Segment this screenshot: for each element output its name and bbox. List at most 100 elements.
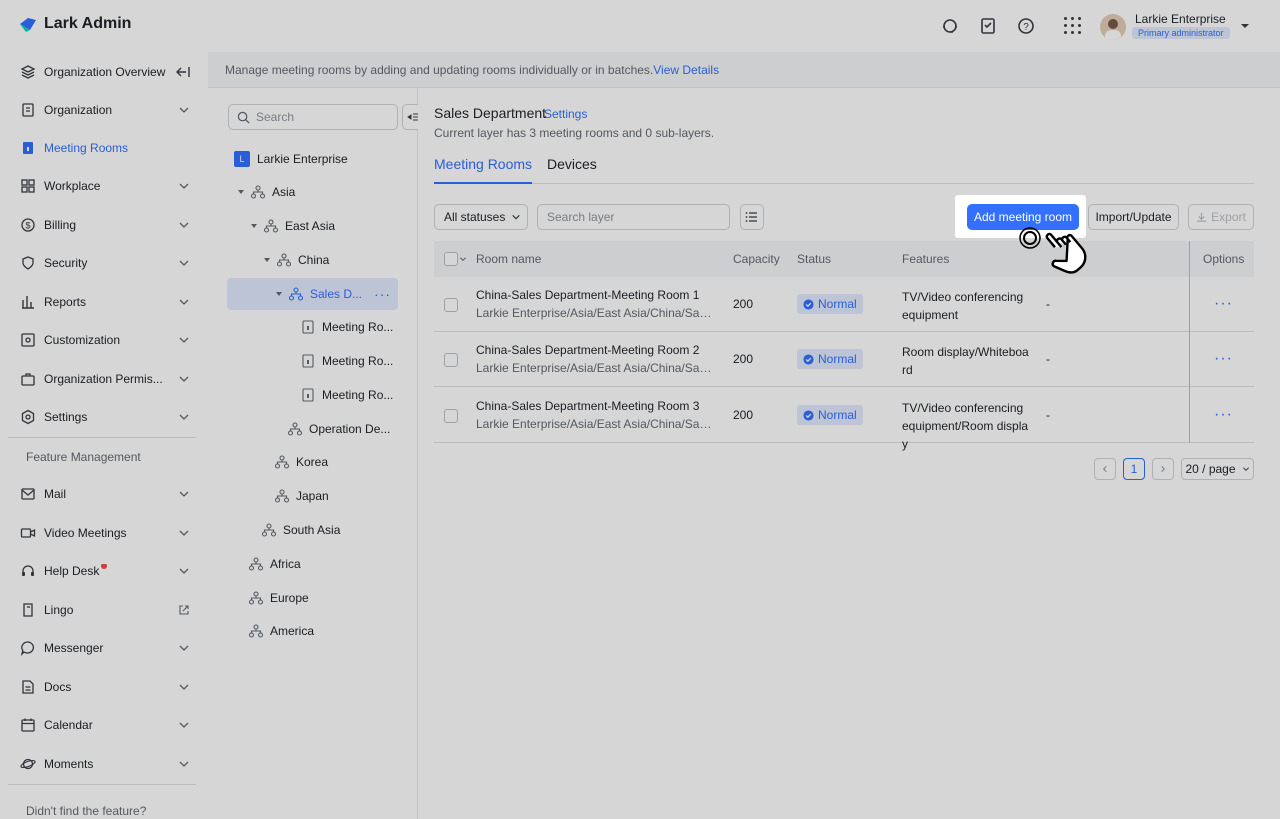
table-row[interactable]: China-Sales Department-Meeting Room 3 La… xyxy=(434,388,1254,451)
chevron-left-icon xyxy=(1102,465,1107,473)
row-checkbox[interactable] xyxy=(444,298,458,312)
row-more-options-icon[interactable]: ··· xyxy=(1214,406,1233,424)
tree-node-japan[interactable]: Japan xyxy=(274,480,329,512)
tree-node-china[interactable]: China xyxy=(262,244,329,276)
tree-node-root[interactable]: L Larkie Enterprise xyxy=(234,143,348,175)
tree-node-meeting-room[interactable]: Meeting Ro... xyxy=(300,379,393,411)
chevron-down-icon xyxy=(179,414,189,420)
row-checkbox[interactable] xyxy=(444,409,458,423)
help-icon[interactable]: ? xyxy=(1016,16,1036,36)
customize-icon xyxy=(21,333,35,347)
list-view-button[interactable] xyxy=(740,204,764,230)
sidebar-item-security[interactable]: Security xyxy=(20,245,190,281)
collapse-sidebar-icon[interactable] xyxy=(174,65,190,79)
prev-page-button[interactable] xyxy=(1094,458,1116,480)
sidebar-item-moments[interactable]: Moments xyxy=(20,746,190,782)
sidebar-item-organization[interactable]: Organization xyxy=(20,92,190,128)
tab-meeting-rooms[interactable]: Meeting Rooms xyxy=(434,156,533,184)
video-icon xyxy=(20,528,36,538)
settings-link[interactable]: Settings xyxy=(544,107,587,121)
caret-down-icon[interactable] xyxy=(249,221,259,231)
row-more-options-icon[interactable]: ··· xyxy=(1214,350,1233,368)
sidebar-item-organization-permissions[interactable]: Organization Permis... xyxy=(20,361,190,397)
column-features: Features xyxy=(902,252,950,266)
feedback-link[interactable]: Didn't find the feature? xyxy=(26,804,146,818)
support-icon[interactable] xyxy=(940,16,960,36)
sidebar-item-reports[interactable]: Reports xyxy=(20,284,190,320)
top-bar: Lark Admin ? Larkie Enterprise Primary a… xyxy=(0,0,1280,52)
row-checkbox[interactable] xyxy=(444,353,458,367)
tab-devices[interactable]: Devices xyxy=(547,156,597,182)
next-page-button[interactable] xyxy=(1152,458,1174,480)
import-update-button[interactable]: Import/Update xyxy=(1088,204,1179,230)
sidebar-item-settings[interactable]: Settings xyxy=(20,399,190,435)
status-filter-select[interactable]: All statuses xyxy=(434,204,528,230)
caret-down-icon[interactable] xyxy=(274,289,284,299)
avatar[interactable] xyxy=(1100,14,1126,40)
sidebar-item-messenger[interactable]: Messenger xyxy=(20,630,190,666)
tree-node-meeting-room[interactable]: Meeting Ro... xyxy=(300,311,393,343)
tree-search-input[interactable]: Search xyxy=(228,104,398,130)
table-row[interactable]: China-Sales Department-Meeting Room 2 La… xyxy=(434,332,1254,387)
tree-node-korea[interactable]: Korea xyxy=(274,446,328,478)
sidebar-item-label: Organization xyxy=(44,103,113,117)
tree-node-sales-department[interactable]: Sales D... ··· xyxy=(227,278,398,310)
divider xyxy=(8,437,196,438)
sidebar-item-label: Customization xyxy=(44,333,121,347)
tree-node-america[interactable]: America xyxy=(248,615,314,647)
tree-node-africa[interactable]: Africa xyxy=(248,548,301,580)
task-icon[interactable] xyxy=(978,16,998,36)
sidebar-item-lingo[interactable]: Lingo xyxy=(20,592,190,628)
caret-down-icon[interactable] xyxy=(236,187,246,197)
export-button[interactable]: Export xyxy=(1188,204,1254,230)
select-all-checkbox[interactable] xyxy=(444,252,458,266)
tree-node-europe[interactable]: Europe xyxy=(248,582,309,614)
tree-node-south-asia[interactable]: South Asia xyxy=(261,514,340,546)
chevron-down-icon xyxy=(179,761,189,767)
status-filter-value: All statuses xyxy=(444,210,506,224)
chevron-down-icon[interactable] xyxy=(459,255,467,263)
sidebar-item-label: Help Desk xyxy=(44,564,178,578)
sidebar-item-help-desk[interactable]: Help Desk xyxy=(20,553,190,589)
page-size-select[interactable]: 20 / page xyxy=(1181,458,1254,480)
sidebar-item-billing[interactable]: $ Billing xyxy=(20,207,190,243)
apps-grid-icon[interactable] xyxy=(1064,17,1082,35)
tree-node-asia[interactable]: Asia xyxy=(236,176,295,208)
more-options-icon[interactable]: ··· xyxy=(374,286,391,302)
meeting-room-icon xyxy=(302,354,314,368)
tab-bar: Meeting Rooms Devices xyxy=(434,146,1254,184)
tree-node-label: East Asia xyxy=(285,219,336,233)
sidebar-item-mail[interactable]: Mail xyxy=(20,476,190,512)
row-more-options-icon[interactable]: ··· xyxy=(1214,295,1233,313)
sidebar-item-workplace[interactable]: Workplace xyxy=(20,168,190,204)
status-text: Normal xyxy=(818,352,857,366)
sidebar-item-label: Organization Overview xyxy=(44,65,166,79)
headset-icon xyxy=(22,565,34,576)
column-status: Status xyxy=(797,252,832,266)
layer-tree-panel: Search L Larkie Enterprise Asia East Asi… xyxy=(208,88,422,819)
brand-logo[interactable]: Lark Admin xyxy=(18,14,131,34)
chevron-down-icon[interactable] xyxy=(1240,21,1250,31)
sidebar-item-organization-overview[interactable]: Organization Overview xyxy=(20,54,190,90)
list-icon xyxy=(745,212,757,222)
search-layer-input[interactable]: Search layer xyxy=(537,204,730,230)
tree-node-operation-department[interactable]: Operation De... xyxy=(287,413,390,445)
user-name[interactable]: Larkie Enterprise xyxy=(1135,12,1226,26)
page-number-button[interactable]: 1 xyxy=(1123,458,1145,480)
chevron-down-icon xyxy=(179,530,189,536)
external-link-icon xyxy=(179,605,189,615)
sidebar-item-video-meetings[interactable]: Video Meetings xyxy=(20,515,190,551)
room-path: Larkie Enterprise/Asia/East Asia/China/S… xyxy=(476,306,712,320)
sidebar-item-label: Video Meetings xyxy=(44,526,127,540)
caret-down-icon[interactable] xyxy=(262,255,272,265)
sidebar-item-meeting-rooms[interactable]: Meeting Rooms xyxy=(20,130,190,166)
sidebar-item-docs[interactable]: Docs xyxy=(20,669,190,705)
sidebar-item-customization[interactable]: Customization xyxy=(20,322,190,358)
view-details-link[interactable]: View Details xyxy=(653,63,719,77)
layer-summary: Current layer has 3 meeting rooms and 0 … xyxy=(434,126,715,140)
tree-node-meeting-room[interactable]: Meeting Ro... xyxy=(300,345,393,377)
status-badge: Normal xyxy=(797,349,863,369)
table-row[interactable]: China-Sales Department-Meeting Room 1 La… xyxy=(434,277,1254,332)
tree-node-east-asia[interactable]: East Asia xyxy=(249,210,335,242)
sidebar-item-calendar[interactable]: Calendar xyxy=(20,707,190,743)
